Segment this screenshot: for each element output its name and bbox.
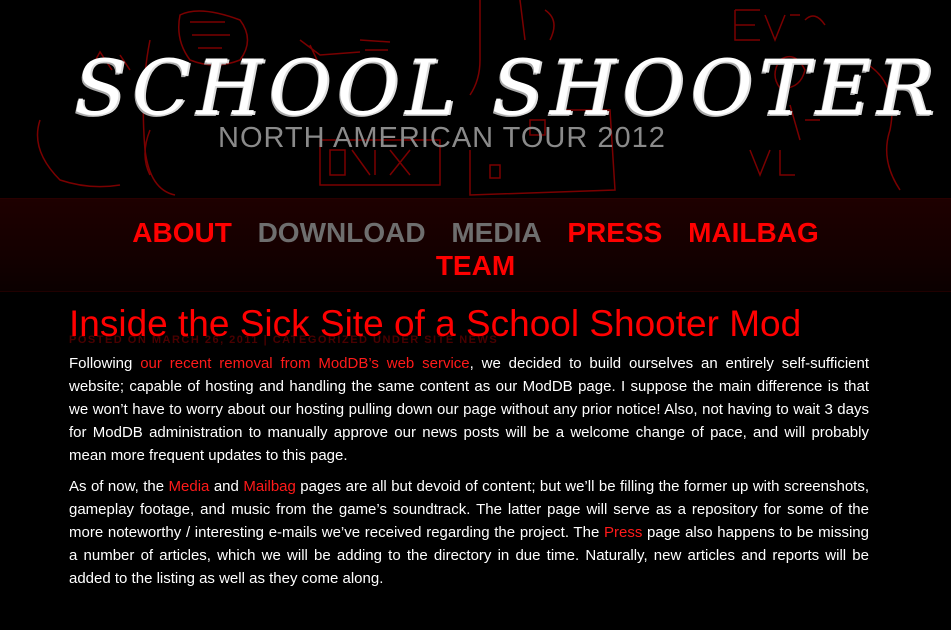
nav-item-press[interactable]: PRESS	[567, 217, 662, 248]
logo-title: SCHOOL SHOOTER	[74, 43, 941, 132]
p2-text-1: As of now, the	[69, 478, 169, 495]
p1-text-start: Following	[69, 355, 141, 372]
mailbag-link[interactable]: Mailbag	[243, 478, 296, 495]
paragraph-1: Following our recent removal from ModDB’…	[69, 352, 869, 467]
post-body: Following our recent removal from ModDB’…	[69, 352, 869, 598]
p2-text-2: and	[209, 478, 244, 495]
main-navigation: ABOUT DOWNLOAD MEDIA PRESS MAILBAG TEAM	[0, 198, 951, 292]
nav-item-mailbag[interactable]: MAILBAG	[688, 217, 819, 248]
nav-item-about[interactable]: ABOUT	[132, 217, 232, 248]
nav-item-team[interactable]: TEAM	[436, 250, 515, 281]
nav-item-media[interactable]: MEDIA	[451, 217, 541, 248]
removal-link[interactable]: our recent removal from ModDB’s web serv…	[140, 355, 469, 372]
paragraph-2: As of now, the Media and Mailbag pages a…	[69, 475, 869, 590]
logo-subtitle: NORTH AMERICAN TOUR 2012	[218, 122, 666, 154]
header-banner: SCHOOL SHOOTER NORTH AMERICAN TOUR 2012	[0, 0, 951, 198]
nav-row-2: TEAM	[0, 250, 951, 282]
nav-row-1: ABOUT DOWNLOAD MEDIA PRESS MAILBAG	[0, 217, 951, 249]
post-title[interactable]: Inside the Sick Site of a School Shooter…	[69, 302, 869, 346]
media-link[interactable]: Media	[169, 478, 210, 495]
press-link[interactable]: Press	[604, 524, 642, 541]
nav-item-download[interactable]: DOWNLOAD	[258, 217, 426, 248]
